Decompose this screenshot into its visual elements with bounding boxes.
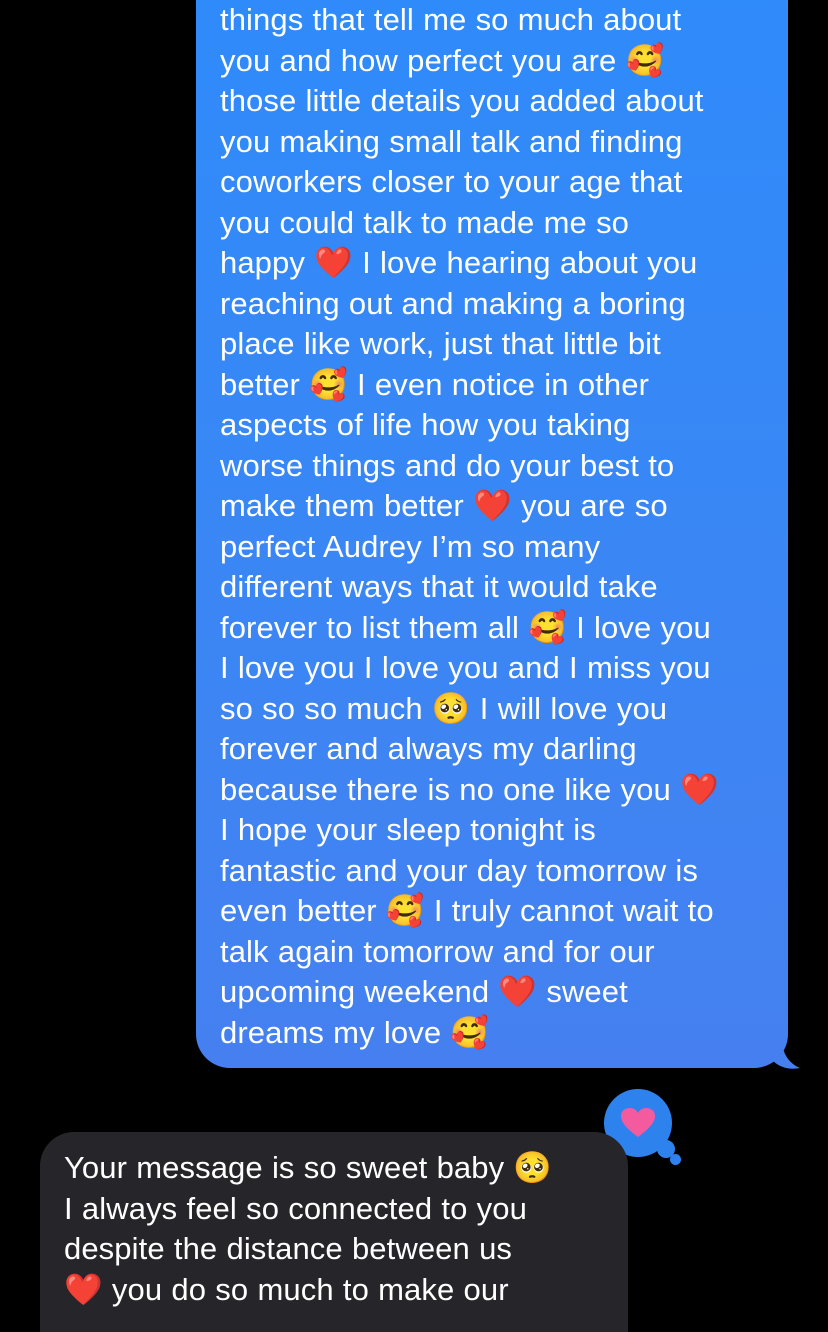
sent-message-line: so so so much 🥺 I will love you — [220, 690, 668, 726]
sent-message-line: those little details you added about — [220, 83, 704, 118]
sent-message-line: you could talk to made me so — [220, 204, 630, 240]
sent-message-line: aspects of life how you taking — [220, 407, 631, 442]
sent-message-line: you making small talk and finding — [220, 123, 683, 159]
sent-message-line: you and how perfect you are 🥰 — [220, 42, 665, 78]
sent-message-line: different ways that it would take — [220, 569, 658, 604]
sent-message-line: better 🥰 I even notice in other — [220, 366, 649, 402]
sent-message-line: I hope your sleep tonight is — [220, 812, 596, 847]
sent-message-bubble[interactable]: things that tell me so much about you an… — [196, 0, 788, 1068]
sent-message-line: forever and always my darling — [220, 731, 637, 766]
heart-icon — [621, 1108, 655, 1137]
sent-message-line: forever to list them all 🥰 I love you — [220, 609, 711, 645]
sent-message-line: fantastic and your day tomorrow is — [220, 852, 698, 888]
message-thread[interactable]: things that tell me so much about you an… — [0, 0, 828, 1332]
tapback-tail-dot — [670, 1154, 681, 1165]
sent-message-line: even better 🥰 I truly cannot wait to — [220, 893, 714, 928]
sent-bubble-tail — [772, 1040, 800, 1069]
sent-message-line: happy ❤️ I love hearing about you — [220, 245, 698, 280]
received-message-bubble[interactable]: Your message is so sweet baby 🥺 I always… — [40, 1132, 628, 1332]
received-message-text: Your message is so sweet baby 🥺 I always… — [64, 1148, 608, 1310]
received-message-line: I always feel so connected to you — [64, 1190, 527, 1226]
received-message-line: despite the distance between us — [64, 1231, 513, 1266]
sent-message-line: dreams my love 🥰 — [220, 1014, 490, 1050]
sent-message-line: talk again tomorrow and for our — [220, 933, 655, 969]
sent-message-text: things that tell me so much about you an… — [220, 0, 768, 1053]
sent-message-line: things that tell me so much about — [220, 2, 682, 37]
sent-message-line: because there is no one like you ❤️ — [220, 771, 719, 807]
sent-message-line: make them better ❤️ you are so — [220, 488, 668, 523]
sent-message-line: coworkers closer to your age that — [220, 164, 683, 199]
sent-message-line: worse things and do your best to — [220, 447, 675, 483]
received-message-line: Your message is so sweet baby 🥺 — [64, 1150, 553, 1185]
sent-message-line: perfect Audrey I’m so many — [220, 528, 601, 564]
sent-message-line: upcoming weekend ❤️ sweet — [220, 974, 628, 1009]
sent-message-line: I love you I love you and I miss you — [220, 650, 711, 685]
sent-message-line: reaching out and making a boring — [220, 285, 686, 321]
sent-message-line: place like work, just that little bit — [220, 326, 661, 361]
